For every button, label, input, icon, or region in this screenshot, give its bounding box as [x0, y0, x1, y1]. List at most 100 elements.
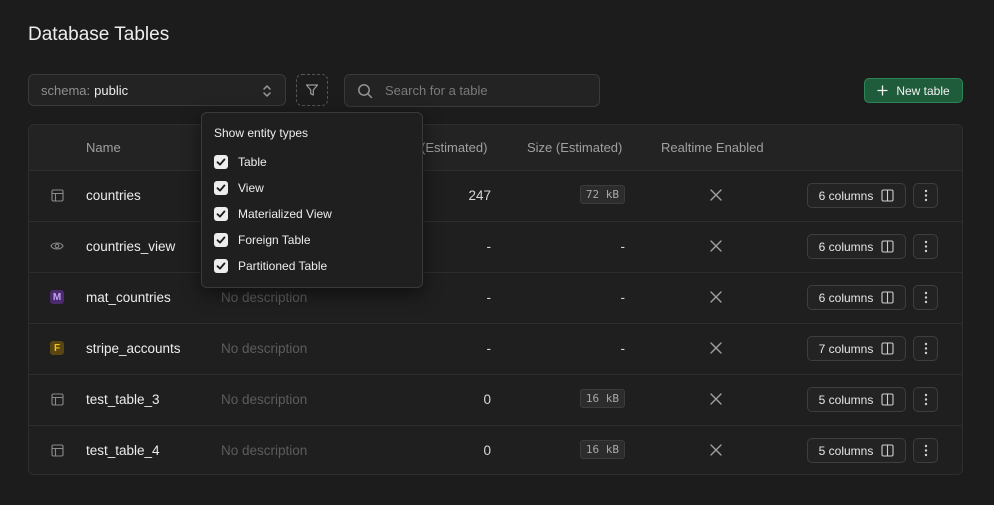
more-actions-button[interactable] — [913, 387, 938, 412]
table-header: Name (Estimated) Size (Estimated) Realti… — [29, 125, 962, 171]
schema-label: schema: — [41, 82, 91, 98]
table-size: 72 kB — [579, 185, 625, 204]
tables-list: Name (Estimated) Size (Estimated) Realti… — [28, 124, 963, 475]
table-row[interactable]: test_table_4 No description 0 16 kB 5 co… — [29, 425, 962, 474]
table-description: No description — [221, 443, 308, 458]
checkbox-checked-icon[interactable] — [214, 207, 228, 221]
new-table-label: New table — [896, 83, 950, 98]
filter-option-label: Partitioned Table — [238, 259, 328, 273]
table-size: - — [620, 239, 626, 254]
table-description: No description — [221, 290, 308, 305]
checkbox-checked-icon[interactable] — [214, 181, 228, 195]
table-name[interactable]: test_table_3 — [86, 392, 160, 407]
table-name[interactable]: stripe_accounts — [86, 341, 181, 356]
search-icon — [358, 83, 373, 98]
table-icon — [50, 392, 64, 406]
table-name[interactable]: countries — [86, 188, 141, 203]
filter-option-partitioned-table[interactable]: Partitioned Table — [214, 259, 327, 273]
columns-icon — [881, 291, 894, 304]
table-row[interactable]: F stripe_accounts No description - - 7 c… — [29, 323, 962, 375]
table-size: 16 kB — [579, 440, 625, 459]
table-search — [344, 74, 600, 107]
columns-button[interactable]: 7 columns — [807, 336, 906, 361]
columns-icon — [881, 444, 894, 457]
checkbox-checked-icon[interactable] — [214, 155, 228, 169]
columns-button[interactable]: 6 columns — [807, 183, 906, 208]
filter-option-table[interactable]: Table — [214, 155, 267, 169]
more-vertical-icon — [924, 240, 927, 253]
more-vertical-icon — [924, 189, 927, 202]
materialized-view-icon: M — [50, 290, 64, 304]
filter-option-label: Materialized View — [238, 207, 332, 221]
columns-button[interactable]: 6 columns — [807, 285, 906, 310]
columns-button[interactable]: 6 columns — [807, 234, 906, 259]
columns-icon — [881, 189, 894, 202]
table-description: No description — [221, 392, 308, 407]
row-count: - — [486, 341, 492, 356]
more-vertical-icon — [924, 342, 927, 355]
filter-option-materialized-view[interactable]: Materialized View — [214, 207, 332, 221]
schema-value: public — [94, 82, 129, 98]
realtime-disabled-icon — [709, 392, 723, 409]
entity-type-filter-dropdown: Show entity types Table View Materialize… — [201, 112, 423, 288]
filter-option-foreign-table[interactable]: Foreign Table — [214, 233, 311, 247]
columns-icon — [881, 342, 894, 355]
column-header-size: Size (Estimated) — [527, 140, 623, 155]
filter-option-label: Foreign Table — [238, 233, 311, 247]
foreign-table-badge: F — [50, 341, 64, 355]
realtime-disabled-icon — [709, 188, 723, 205]
table-row[interactable]: M mat_countries No description - - 6 col… — [29, 272, 962, 324]
realtime-disabled-icon — [709, 443, 723, 460]
more-actions-button[interactable] — [913, 285, 938, 310]
plus-icon — [877, 85, 888, 96]
table-description: No description — [221, 341, 308, 356]
view-eye-icon — [50, 239, 64, 253]
columns-label: 6 columns — [818, 239, 874, 254]
more-actions-button[interactable] — [913, 234, 938, 259]
more-actions-button[interactable] — [913, 438, 938, 463]
more-actions-button[interactable] — [913, 183, 938, 208]
column-header-realtime: Realtime Enabled — [661, 140, 764, 155]
checkbox-checked-icon[interactable] — [214, 259, 228, 273]
more-actions-button[interactable] — [913, 336, 938, 361]
new-table-button[interactable]: New table — [864, 78, 963, 103]
columns-icon — [881, 393, 894, 406]
page-title: Database Tables — [28, 24, 170, 45]
table-row[interactable]: countries 247 72 kB 6 columns — [29, 170, 962, 222]
schema-selector[interactable]: schema: public — [28, 74, 286, 106]
realtime-disabled-icon — [709, 239, 723, 256]
filter-option-view[interactable]: View — [214, 181, 264, 195]
row-count: 247 — [468, 188, 491, 203]
filter-option-label: Table — [238, 155, 267, 169]
search-input[interactable] — [383, 82, 587, 99]
table-name[interactable]: test_table_4 — [86, 443, 160, 458]
columns-button[interactable]: 5 columns — [807, 387, 906, 412]
table-name[interactable]: mat_countries — [86, 290, 171, 305]
dropdown-title: Show entity types — [214, 126, 309, 140]
table-size: - — [620, 341, 626, 356]
filter-button[interactable] — [296, 74, 328, 106]
columns-label: 6 columns — [818, 290, 874, 305]
checkbox-checked-icon[interactable] — [214, 233, 228, 247]
row-count: 0 — [483, 392, 491, 407]
columns-button[interactable]: 5 columns — [807, 438, 906, 463]
foreign-table-icon: F — [50, 341, 64, 355]
table-icon — [50, 443, 64, 457]
filter-option-label: View — [238, 181, 264, 195]
table-size: 16 kB — [579, 389, 625, 408]
table-name[interactable]: countries_view — [86, 239, 175, 254]
table-size: - — [620, 290, 626, 305]
materialized-view-badge: M — [50, 290, 64, 304]
column-header-rows: (Estimated) — [421, 140, 488, 155]
table-row[interactable]: test_table_3 No description 0 16 kB 5 co… — [29, 374, 962, 426]
table-icon — [50, 188, 64, 202]
more-vertical-icon — [924, 444, 927, 457]
columns-label: 5 columns — [818, 443, 874, 458]
realtime-disabled-icon — [709, 290, 723, 307]
filter-icon — [305, 84, 319, 96]
columns-label: 6 columns — [818, 188, 874, 203]
columns-label: 5 columns — [818, 392, 874, 407]
realtime-disabled-icon — [709, 341, 723, 358]
table-row[interactable]: countries_view - - 6 columns — [29, 221, 962, 273]
more-vertical-icon — [924, 393, 927, 406]
